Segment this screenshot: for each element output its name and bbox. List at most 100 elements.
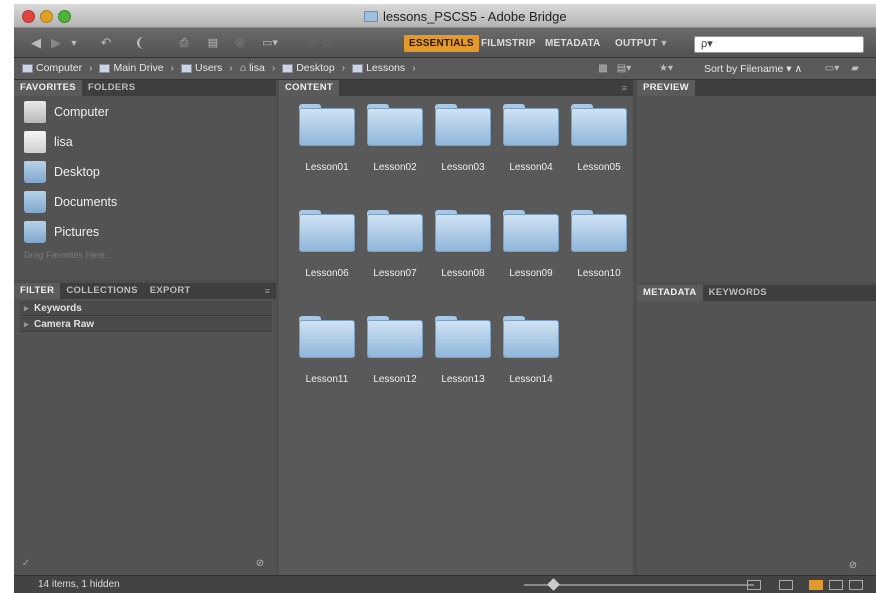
item-count: 14 items, 1 hidden [38, 579, 120, 590]
workspace-dropdown-icon[interactable]: ▼ [658, 34, 670, 52]
tab-collections[interactable]: COLLECTIONS [60, 283, 143, 299]
thumbnail-view-icon[interactable] [809, 580, 823, 590]
favorite-label: Computer [54, 105, 109, 119]
favorite-lisa[interactable]: lisa [24, 131, 73, 153]
pin-icon[interactable]: ✓ [20, 555, 32, 573]
crumb-lessons[interactable]: Lessons [352, 62, 405, 74]
crumb-desktop[interactable]: Desktop [282, 62, 335, 74]
folder-label: Lesson04 [509, 162, 553, 173]
workspace-essentials[interactable]: ESSENTIALS [404, 35, 479, 52]
workspace-metadata[interactable]: METADATA [540, 35, 605, 52]
tab-folders[interactable]: FOLDERS [82, 80, 142, 96]
tab-export[interactable]: EXPORT [144, 283, 197, 299]
tab-content[interactable]: CONTENT [279, 80, 340, 96]
folder-label: Lesson07 [373, 268, 417, 279]
panel-menu-icon[interactable]: ≡ [622, 83, 627, 93]
grid-view-icon[interactable] [779, 580, 793, 590]
search-input[interactable]: ρ▾ [694, 36, 864, 53]
folder-item[interactable]: Lesson11 [293, 316, 361, 385]
folder-icon [571, 104, 627, 148]
thumbnail-slider-handle[interactable] [547, 578, 560, 591]
tab-metadata[interactable]: METADATA [637, 285, 703, 301]
favorite-documents[interactable]: Documents [24, 191, 117, 213]
tab-preview[interactable]: PREVIEW [637, 80, 695, 96]
sort-dropdown[interactable]: Sort by Filename ▾ ∧ [704, 63, 802, 75]
filter-keywords[interactable]: Keywords [20, 301, 272, 316]
computer-icon [22, 63, 33, 73]
favorite-computer[interactable]: Computer [24, 101, 109, 123]
folder-icon [299, 210, 355, 254]
chevron-right-icon: › [89, 62, 93, 74]
folder-item[interactable]: Lesson13 [429, 316, 497, 385]
favorite-pictures[interactable]: Pictures [24, 221, 99, 243]
folder-icon [282, 63, 294, 73]
clear-filter-icon[interactable]: ⊘ [254, 555, 266, 573]
new-folder-icon[interactable]: ▰ [848, 60, 862, 78]
thumbnail-lock-icon[interactable] [747, 580, 761, 590]
workspace-filmstrip[interactable]: FILMSTRIP [476, 35, 541, 52]
panel-menu-icon[interactable]: ≡ [265, 286, 270, 296]
crumb-main-drive[interactable]: Main Drive [99, 62, 164, 74]
clear-icon[interactable]: ⊘ [847, 557, 859, 575]
tab-keywords[interactable]: KEYWORDS [703, 285, 773, 301]
reveal-recent-icon[interactable]: ↶ [96, 34, 116, 52]
computer-icon [24, 101, 46, 123]
favorites-panel: FAVORITES FOLDERS Computer lisa Desktop … [14, 80, 276, 280]
camera-download-icon[interactable]: ⎙ [174, 34, 194, 52]
rotate-icon[interactable]: ↺ ↻ [304, 34, 334, 52]
output-icon[interactable]: ▭▾ [258, 34, 282, 52]
list-view-icon[interactable] [849, 580, 863, 590]
drag-favorites-hint: Drag Favorites Here... [24, 250, 113, 260]
star-filter-icon[interactable]: ★▾ [654, 60, 678, 78]
folder-icon [503, 316, 559, 360]
folder-item[interactable]: Lesson14 [497, 316, 565, 385]
preview-panel: PREVIEW [637, 80, 876, 282]
boomerang-icon[interactable]: ❨ [132, 34, 148, 52]
history-dropdown-icon[interactable]: ▼ [68, 34, 80, 52]
chevron-right-icon: › [170, 62, 174, 74]
metadata-tab-row: METADATA KEYWORDS [637, 285, 876, 301]
folder-item[interactable]: Lesson12 [361, 316, 429, 385]
forward-arrow-icon[interactable]: ▶ [48, 34, 64, 52]
details-view-icon[interactable] [829, 580, 843, 590]
back-arrow-icon[interactable]: ◀ [28, 34, 44, 52]
folder-item[interactable]: Lesson02 [361, 104, 429, 173]
folder-item[interactable]: Lesson06 [293, 210, 361, 279]
thumbnail-quality-icon[interactable]: ▩ [596, 60, 610, 78]
folder-item[interactable]: Lesson09 [497, 210, 565, 279]
open-in-camera-raw-icon[interactable]: ⊗ [232, 34, 248, 52]
crumb-label: lisa [249, 62, 265, 74]
crumb-computer[interactable]: Computer [22, 62, 82, 74]
folder-icon [435, 316, 491, 360]
title-bar: lessons_PSCS5 - Adobe Bridge [14, 4, 876, 28]
crumb-lisa[interactable]: ⌂ lisa [240, 62, 265, 74]
favorite-desktop[interactable]: Desktop [24, 161, 100, 183]
workspace-output[interactable]: OUTPUT [610, 35, 662, 52]
tab-favorites[interactable]: FAVORITES [14, 80, 82, 96]
folder-label: Lesson06 [305, 268, 349, 279]
open-recent-dropdown-icon[interactable]: ▭▾ [822, 60, 842, 78]
chevron-right-icon: › [271, 62, 276, 74]
folder-item[interactable]: Lesson03 [429, 104, 497, 173]
favorite-label: Desktop [54, 165, 100, 179]
folder-item[interactable]: Lesson07 [361, 210, 429, 279]
zoom-window-button[interactable] [58, 10, 71, 23]
folder-label: Lesson05 [577, 162, 621, 173]
favorite-label: Pictures [54, 225, 100, 239]
close-window-button[interactable] [22, 10, 35, 23]
tab-filter[interactable]: FILTER [14, 283, 61, 299]
metadata-panel: METADATA KEYWORDS ⊘ [637, 285, 876, 575]
folder-item[interactable]: Lesson04 [497, 104, 565, 173]
favorite-label: Documents [54, 195, 118, 209]
folder-item[interactable]: Lesson01 [293, 104, 361, 173]
folder-item[interactable]: Lesson10 [565, 210, 633, 279]
crumb-label: Lessons [366, 62, 406, 74]
minimize-window-button[interactable] [40, 10, 53, 23]
refine-icon[interactable]: ▤ [202, 34, 224, 52]
folder-item[interactable]: Lesson05 [565, 104, 633, 173]
folder-label: Lesson01 [305, 162, 349, 173]
folder-item[interactable]: Lesson08 [429, 210, 497, 279]
new-folder-dropdown-icon[interactable]: ▤▾ [614, 60, 634, 78]
crumb-users[interactable]: Users [180, 62, 222, 74]
filter-camera-raw[interactable]: Camera Raw [20, 317, 272, 332]
